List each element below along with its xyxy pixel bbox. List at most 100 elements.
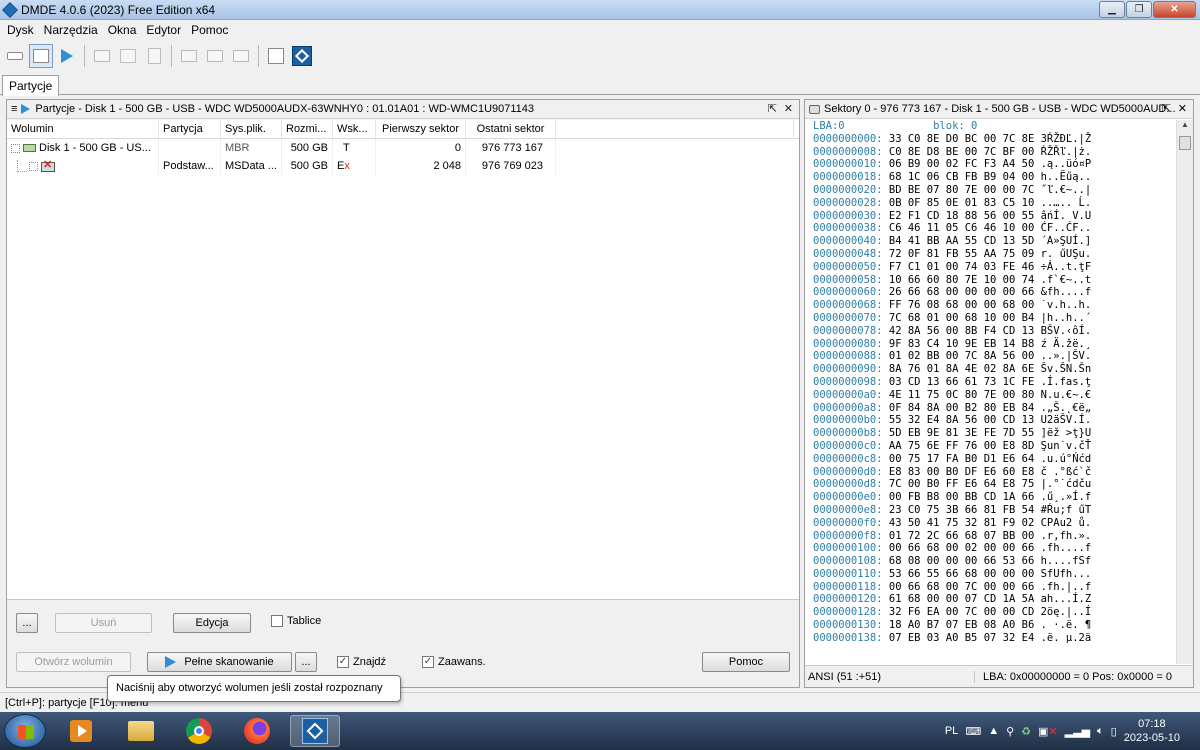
hex-line[interactable]: 0000000078: 42 8A 56 00 8B F4 CD 13 BŠV.…: [813, 325, 1177, 338]
undock-icon[interactable]: ⇱: [1162, 102, 1171, 115]
advanced-checkbox[interactable]: ✓ Zaawans.: [422, 656, 486, 668]
menu-editor[interactable]: Edytor: [141, 23, 186, 37]
row-checkbox[interactable]: [29, 161, 38, 171]
hex-line[interactable]: 0000000028: 0B 0F 85 0E 01 83 C5 10 ..….…: [813, 197, 1177, 210]
keyboard-icon[interactable]: ⌨: [965, 725, 981, 738]
hex-view[interactable]: LBA:0 blok: 0 0000000000: 33 C0 8E D0 BC…: [805, 120, 1177, 664]
checkbox-box[interactable]: [271, 615, 283, 627]
hex-line[interactable]: 00000000c0: AA 75 6E FF 76 00 E8 8D Şun˙…: [813, 440, 1177, 453]
col-partition[interactable]: Partycja: [159, 120, 221, 138]
undock-icon[interactable]: ⇱: [768, 102, 777, 115]
menu-windows[interactable]: Okna: [103, 23, 142, 37]
hex-line[interactable]: 0000000008: C0 8E D8 BE 00 7C BF 00 ŔŽŘľ…: [813, 146, 1177, 159]
hex-line[interactable]: 0000000138: 07 EB 03 A0 B5 07 32 E4 .ë. …: [813, 632, 1177, 645]
col-filesystem[interactable]: Sys.plik.: [221, 120, 282, 138]
hex-line[interactable]: 0000000000: 33 C0 8E D0 BC 00 7C 8E 3ŔŽĐ…: [813, 133, 1177, 146]
panel-toolbar-button[interactable]: [229, 44, 253, 68]
tables-checkbox[interactable]: Tablice: [271, 615, 321, 627]
close-panel-icon[interactable]: ✕: [784, 102, 793, 115]
select-drive-button[interactable]: [3, 44, 27, 68]
hex-line[interactable]: 00000000d0: E8 83 00 B0 DF E6 60 E8 č .°…: [813, 466, 1177, 479]
tray-expand-icon[interactable]: ▲: [988, 725, 999, 737]
hex-line[interactable]: 0000000100: 00 66 68 00 02 00 00 66 .fh.…: [813, 542, 1177, 555]
hex-line[interactable]: 0000000020: BD BE 07 80 7E 00 00 7C ˝ľ.€…: [813, 184, 1177, 197]
menu-tools[interactable]: Narzędzia: [39, 23, 103, 37]
close-button[interactable]: ✕: [1153, 1, 1196, 18]
remove-button[interactable]: Usuń: [55, 613, 152, 633]
hex-line[interactable]: 00000000a0: 4E 11 75 0C 80 7E 00 80 N.u.…: [813, 389, 1177, 402]
details-toolbar-button[interactable]: [203, 44, 227, 68]
edit-button[interactable]: Edycja: [173, 613, 251, 633]
hex-line[interactable]: 0000000108: 68 08 00 00 00 66 53 66 h...…: [813, 555, 1177, 568]
signal-icon[interactable]: ▂▃▅: [1065, 725, 1090, 738]
hex-line[interactable]: 0000000068: FF 76 08 68 00 00 68 00 ˙v.h…: [813, 299, 1177, 312]
minimize-button[interactable]: ▁: [1099, 1, 1125, 18]
hex-line[interactable]: 0000000010: 06 B9 00 02 FC F3 A4 50 .ą..…: [813, 158, 1177, 171]
col-size[interactable]: Rozmi...: [282, 120, 333, 138]
battery-icon[interactable]: ▯: [1111, 725, 1117, 738]
search-toolbar-button[interactable]: [116, 44, 140, 68]
usb-icon[interactable]: ⚲: [1006, 725, 1014, 738]
hex-line[interactable]: 0000000088: 01 02 BB 00 7C 8A 56 00 ..».…: [813, 350, 1177, 363]
col-volume[interactable]: Wolumin: [7, 120, 159, 138]
hex-line[interactable]: 0000000070: 7C 68 01 00 68 10 00 B4 |h..…: [813, 312, 1177, 325]
open-volume-toolbar-button[interactable]: [90, 44, 114, 68]
hex-line[interactable]: 00000000f0: 43 50 41 75 32 81 F9 02 CPAu…: [813, 517, 1177, 530]
hex-line[interactable]: 0000000098: 03 CD 13 66 61 73 1C FE .Í.f…: [813, 376, 1177, 389]
encoding-status[interactable]: ANSI (51 :+51): [805, 670, 975, 683]
col-last-sector[interactable]: Ostatni sektor: [466, 120, 556, 138]
dmde-toolbar-button[interactable]: [290, 44, 314, 68]
hex-line[interactable]: 0000000058: 10 66 60 80 7E 10 00 74 .f`€…: [813, 274, 1177, 287]
hex-line[interactable]: 00000000e8: 23 C0 75 3B 66 81 FB 54 #Ŕu;…: [813, 504, 1177, 517]
hex-line[interactable]: 0000000080: 9F 83 C4 10 9E EB 14 B8 ź Ä.…: [813, 338, 1177, 351]
scan-options-button[interactable]: ...: [295, 652, 317, 672]
scroll-thumb[interactable]: [1179, 136, 1191, 150]
scroll-up-icon[interactable]: ▲: [1177, 120, 1193, 134]
tab-partitions[interactable]: Partycje: [2, 75, 60, 96]
new-file-toolbar-button[interactable]: [142, 44, 166, 68]
volume-icon[interactable]: 🔈︎: [1097, 725, 1104, 738]
menu-lines-icon[interactable]: ≡: [11, 103, 17, 115]
taskbar-explorer[interactable]: [116, 715, 166, 747]
hex-line[interactable]: 0000000040: B4 41 BB AA 55 CD 13 5D ´A»Ş…: [813, 235, 1177, 248]
hex-line[interactable]: 00000000d8: 7C 00 B0 FF E6 64 E8 75 |.°˙…: [813, 478, 1177, 491]
security-icon[interactable]: ♻: [1021, 725, 1031, 738]
taskbar-firefox[interactable]: [232, 715, 282, 747]
hex-line[interactable]: 00000000c8: 00 75 17 FA B0 D1 E6 64 .u.ú…: [813, 453, 1177, 466]
hex-line[interactable]: 0000000090: 8A 76 01 8A 4E 02 8A 6E Šv.Š…: [813, 363, 1177, 376]
hex-line[interactable]: 0000000038: C6 46 11 05 C6 46 10 00 ĆF..…: [813, 222, 1177, 235]
help-button[interactable]: Pomoc: [702, 652, 790, 672]
hex-line[interactable]: 0000000128: 32 F6 EA 00 7C 00 00 CD 2öę.…: [813, 606, 1177, 619]
maximize-button[interactable]: ❐: [1126, 1, 1152, 18]
table-row[interactable]: Disk 1 - 500 GB - US... MBR 500 GB T 0 9…: [7, 139, 799, 157]
start-button[interactable]: [4, 714, 46, 748]
menu-help[interactable]: Pomoc: [186, 23, 233, 37]
hex-scrollbar[interactable]: ▲: [1176, 120, 1193, 664]
hex-line[interactable]: 0000000130: 18 A0 B7 07 EB 08 A0 B6 . ·.…: [813, 619, 1177, 632]
find-checkbox[interactable]: ✓ Znajdź: [337, 656, 386, 668]
hex-line[interactable]: 0000000048: 72 0F 81 FB 55 AA 75 09 r. ű…: [813, 248, 1177, 261]
play-scan-button[interactable]: [55, 44, 79, 68]
checkbox-box[interactable]: ✓: [337, 656, 349, 668]
hex-line[interactable]: 00000000b8: 5D EB 9E 81 3E FE 7D 55 ]ëž …: [813, 427, 1177, 440]
hex-line[interactable]: 0000000018: 68 1C 06 CB FB B9 04 00 h..Ë…: [813, 171, 1177, 184]
more-options-button[interactable]: ...: [16, 613, 38, 633]
full-scan-button[interactable]: Pełne skanowanie: [147, 652, 292, 672]
col-first-sector[interactable]: Pierwszy sektor: [376, 120, 466, 138]
row-checkbox[interactable]: [11, 143, 20, 153]
checkbox-box[interactable]: ✓: [422, 656, 434, 668]
hex-line[interactable]: 00000000e0: 00 FB B8 00 BB CD 1A 66 .ű¸.…: [813, 491, 1177, 504]
window-toolbar-button[interactable]: [264, 44, 288, 68]
taskbar-chrome[interactable]: [174, 715, 224, 747]
table-row[interactable]: Podstaw... MSData ... 500 GB Ex 2 048 97…: [7, 157, 799, 175]
hex-line[interactable]: 00000000b0: 55 32 E4 8A 56 00 CD 13 U2äŠ…: [813, 414, 1177, 427]
network-error-icon[interactable]: ▣✕: [1038, 725, 1058, 738]
clock[interactable]: 07:18 2023-05-10: [1124, 717, 1180, 745]
col-flags[interactable]: Wsk...: [333, 120, 376, 138]
language-indicator[interactable]: PL: [945, 725, 958, 737]
close-panel-icon[interactable]: ✕: [1178, 102, 1187, 115]
partitions-view-button[interactable]: [29, 44, 53, 68]
copy-toolbar-button[interactable]: [177, 44, 201, 68]
taskbar-dmde[interactable]: [290, 715, 340, 747]
open-volume-button[interactable]: Otwórz wolumin: [16, 652, 131, 672]
